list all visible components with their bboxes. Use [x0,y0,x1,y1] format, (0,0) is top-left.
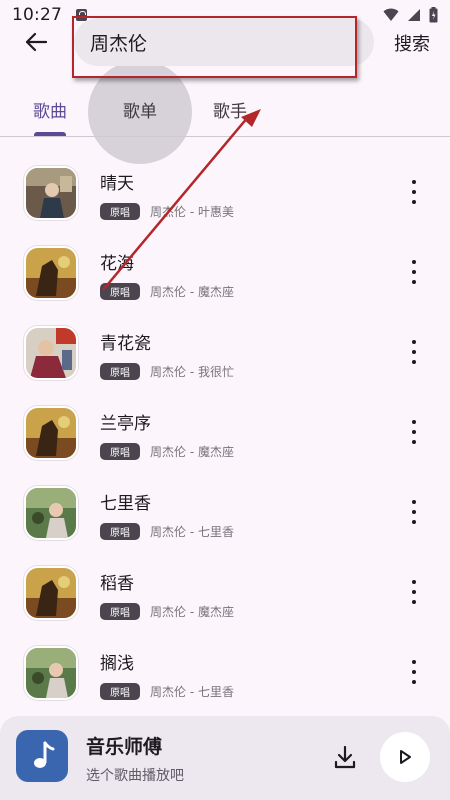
song-row[interactable]: 花海 原唱 周杰伦 - 魔杰座 [0,232,450,312]
song-row[interactable]: 兰亭序 原唱 周杰伦 - 魔杰座 [0,392,450,472]
tab-playlists[interactable]: 歌单 [88,60,192,164]
song-title: 七里香 [100,494,151,514]
search-input[interactable]: 周杰伦 [74,18,374,66]
search-bar: 周杰伦 搜索 [0,18,450,66]
album-cover [24,406,78,460]
song-title: 花海 [100,254,134,274]
tab-bar: 歌曲 歌单 歌手 [0,60,450,164]
song-artist-album: 周杰伦 - 魔杰座 [150,445,234,459]
more-options-icon[interactable] [404,260,424,284]
more-options-icon[interactable] [404,340,424,364]
album-cover [24,326,78,380]
download-button[interactable] [332,744,358,770]
song-row[interactable]: 青花瓷 原唱 周杰伦 - 我很忙 [0,312,450,392]
album-cover [24,486,78,540]
play-button[interactable] [380,732,430,782]
song-row[interactable]: 搁浅 原唱 周杰伦 - 七里香 [0,632,450,712]
app-logo [16,730,68,782]
search-button[interactable]: 搜索 [394,30,430,56]
album-cover [24,246,78,300]
song-title: 搁浅 [100,654,134,674]
tab-divider [0,136,450,137]
arrow-left-icon [25,32,47,52]
more-options-icon[interactable] [404,500,424,524]
song-row[interactable]: 晴天 原唱 周杰伦 - 叶惠美 [0,152,450,232]
original-badge: 原唱 [100,363,140,380]
song-title: 晴天 [100,174,134,194]
more-options-icon[interactable] [404,180,424,204]
player-subtitle: 选个歌曲播放吧 [86,768,184,784]
original-badge: 原唱 [100,523,140,540]
song-title: 兰亭序 [100,414,151,434]
music-note-icon [34,741,55,768]
original-badge: 原唱 [100,203,140,220]
original-badge: 原唱 [100,443,140,460]
more-options-icon[interactable] [404,420,424,444]
player-title: 音乐师傅 [86,736,163,758]
tab-artists[interactable]: 歌手 [204,82,256,136]
play-icon [400,750,411,764]
album-cover [24,646,78,700]
song-artist-album: 周杰伦 - 叶惠美 [150,205,234,219]
song-artist-album: 周杰伦 - 七里香 [150,525,234,539]
song-artist-album: 周杰伦 - 我很忙 [150,365,234,379]
song-artist-album: 周杰伦 - 七里香 [150,685,234,699]
song-row[interactable]: 七里香 原唱 周杰伦 - 七里香 [0,472,450,552]
song-artist-album: 周杰伦 - 魔杰座 [150,285,234,299]
album-cover [24,166,78,220]
more-options-icon[interactable] [404,580,424,604]
song-title: 稻香 [100,574,134,594]
original-badge: 原唱 [100,283,140,300]
original-badge: 原唱 [100,603,140,620]
download-icon [334,745,356,769]
song-list: 晴天 原唱 周杰伦 - 叶惠美 花海 原唱 周杰伦 - 魔杰座 青花瓷 原唱 周… [0,152,450,712]
song-title: 青花瓷 [100,334,151,354]
album-cover [24,566,78,620]
song-row[interactable]: 稻香 原唱 周杰伦 - 魔杰座 [0,552,450,632]
mini-player[interactable]: 音乐师傅 选个歌曲播放吧 [0,716,450,800]
back-button[interactable] [18,24,54,60]
more-options-icon[interactable] [404,660,424,684]
original-badge: 原唱 [100,683,140,700]
song-artist-album: 周杰伦 - 魔杰座 [150,605,234,619]
search-query: 周杰伦 [90,32,148,55]
tab-songs[interactable]: 歌曲 [20,82,80,136]
